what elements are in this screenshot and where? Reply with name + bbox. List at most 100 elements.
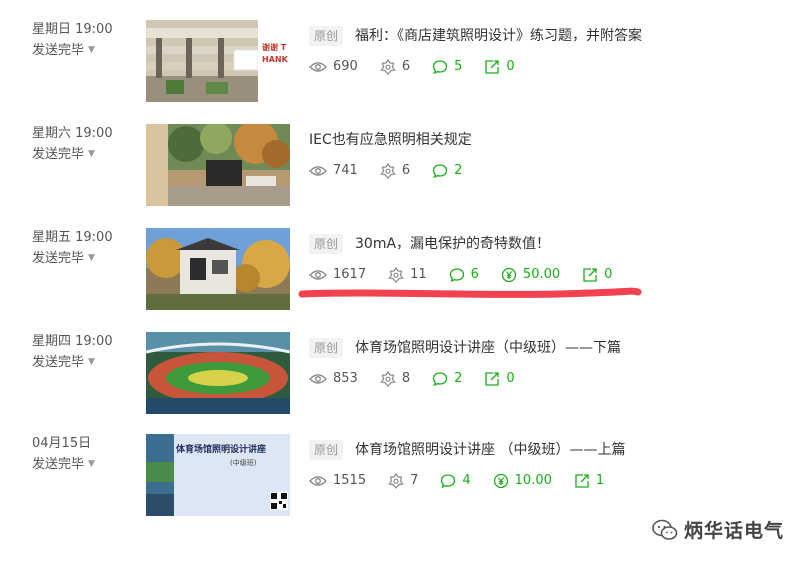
reward-amount: 50.00: [522, 267, 561, 282]
comment-icon: [432, 372, 448, 387]
comment-icon: [441, 474, 456, 489]
comments-stat[interactable]: 4: [440, 472, 471, 490]
red-underline-annotation: [298, 287, 642, 298]
status-label: 发送完毕: [32, 43, 85, 58]
post-row[interactable]: 04月15日 发送完毕 ▼ 体育场馆照明设计讲座 (中级班) 原创 体育场馆照明设…: [0, 434, 807, 516]
original-badge: 原创: [309, 234, 344, 254]
comments-count: 6: [470, 267, 479, 282]
post-thumbnail[interactable]: 谢谢 THANK: [146, 20, 290, 102]
post-status[interactable]: 发送完毕 ▼: [32, 40, 95, 61]
views-count: 1515: [333, 473, 367, 488]
chevron-down-icon[interactable]: ▼: [88, 149, 95, 159]
likes-count: 6: [401, 59, 411, 74]
post-thumbnail[interactable]: [146, 228, 290, 310]
comments-stat[interactable]: 6: [449, 266, 479, 284]
status-label: 发送完毕: [32, 457, 85, 472]
share-icon: [583, 268, 597, 282]
comments-stat[interactable]: 2: [432, 370, 462, 388]
views-count: 1617: [333, 267, 367, 282]
chevron-down-icon[interactable]: ▼: [88, 45, 95, 55]
shares-stat[interactable]: 0: [582, 266, 612, 284]
post-status[interactable]: 发送完毕 ▼: [32, 144, 95, 165]
yen-coin-icon: [493, 473, 508, 489]
shares-stat[interactable]: 1: [574, 472, 604, 490]
shares-count: 0: [506, 371, 515, 386]
views-count: 853: [333, 371, 358, 386]
comments-count: 4: [462, 473, 471, 488]
likes-stat: 8: [380, 370, 410, 388]
original-badge: 原创: [309, 26, 344, 46]
views-stat: 741: [309, 162, 358, 180]
post-title[interactable]: 体育场馆照明设计讲座（中级班）——下篇: [355, 338, 621, 358]
post-row[interactable]: 星期日 19:00 发送完毕 ▼ 谢谢 THANK 原创 福利：《商店建筑照明设计…: [0, 20, 807, 102]
comments-count: 2: [454, 163, 463, 178]
reward-stat[interactable]: 10.00: [493, 472, 552, 490]
comments-stat[interactable]: 5: [432, 58, 462, 76]
comments-count: 2: [454, 371, 463, 386]
comment-icon: [449, 268, 464, 283]
eye-icon: [309, 62, 327, 72]
views-stat: 853: [309, 370, 358, 388]
post-row[interactable]: 星期六 19:00 发送完毕 ▼ IEC也有应急照明相关规定 741 6 2: [0, 124, 807, 206]
post-date: 星期日 19:00: [32, 22, 113, 37]
like-icon: [380, 163, 396, 179]
share-icon: [485, 60, 500, 74]
shares-stat[interactable]: 0: [484, 370, 515, 388]
watermark-text: 炳华话电气: [684, 520, 785, 542]
chevron-down-icon[interactable]: ▼: [88, 459, 95, 469]
post-title[interactable]: IEC也有应急照明相关规定: [309, 130, 472, 150]
post-date: 星期六 19:00: [32, 126, 113, 141]
shares-stat[interactable]: 0: [484, 58, 515, 76]
eye-icon: [309, 270, 327, 280]
status-label: 发送完毕: [32, 251, 85, 266]
comments-stat[interactable]: 2: [432, 162, 462, 180]
share-icon: [485, 372, 500, 386]
views-count: 741: [333, 163, 358, 178]
thumb-caption: 体育场馆照明设计讲座: [176, 445, 267, 455]
shares-count: 1: [595, 473, 605, 488]
yen-coin-icon: [501, 267, 517, 283]
post-thumbnail[interactable]: [146, 124, 290, 206]
like-icon: [388, 267, 404, 283]
original-badge: 原创: [309, 338, 344, 358]
likes-stat: 7: [388, 472, 418, 490]
status-label: 发送完毕: [32, 147, 85, 162]
post-title[interactable]: 30mA，漏电保护的奇特数值！: [355, 234, 550, 254]
like-icon: [388, 473, 404, 489]
wechat-icon: [652, 519, 678, 540]
chevron-down-icon[interactable]: ▼: [88, 253, 95, 263]
views-stat: 1617: [309, 266, 366, 284]
post-thumbnail[interactable]: 体育场馆照明设计讲座 (中级班): [146, 434, 290, 516]
eye-icon: [309, 476, 327, 486]
like-icon: [380, 59, 396, 75]
likes-count: 7: [410, 473, 419, 488]
shares-count: 0: [506, 59, 515, 74]
post-status[interactable]: 发送完毕 ▼: [32, 248, 95, 269]
views-count: 690: [333, 59, 358, 74]
post-thumbnail[interactable]: [146, 332, 290, 414]
status-label: 发送完毕: [32, 355, 85, 370]
post-row[interactable]: 星期四 19:00 发送完毕 ▼ 原创 体育场馆照明设计讲座（中级班）——下篇 8…: [0, 332, 807, 414]
chevron-down-icon[interactable]: ▼: [88, 357, 95, 367]
comment-icon: [432, 60, 448, 75]
watermark: 炳华话电气: [652, 516, 784, 543]
likes-stat: 6: [380, 58, 410, 76]
post-title[interactable]: 福利：《商店建筑照明设计》练习题，并附答案: [355, 26, 642, 46]
comment-icon: [432, 164, 448, 179]
eye-icon: [309, 374, 327, 384]
reward-stat[interactable]: 50.00: [501, 266, 560, 284]
likes-count: 6: [401, 163, 411, 178]
share-icon: [575, 474, 589, 488]
likes-stat: 11: [388, 266, 427, 284]
eye-icon: [309, 166, 327, 176]
likes-stat: 6: [380, 162, 410, 180]
reward-amount: 10.00: [514, 473, 552, 488]
views-stat: 1515: [309, 472, 366, 490]
post-status[interactable]: 发送完毕 ▼: [32, 454, 95, 475]
original-badge: 原创: [309, 440, 344, 460]
views-stat: 690: [309, 58, 358, 76]
post-title[interactable]: 体育场馆照明设计讲座 （中级班）——上篇: [355, 440, 625, 460]
shares-count: 0: [604, 267, 613, 282]
post-date: 04月15日: [32, 436, 92, 451]
post-status[interactable]: 发送完毕 ▼: [32, 352, 95, 373]
